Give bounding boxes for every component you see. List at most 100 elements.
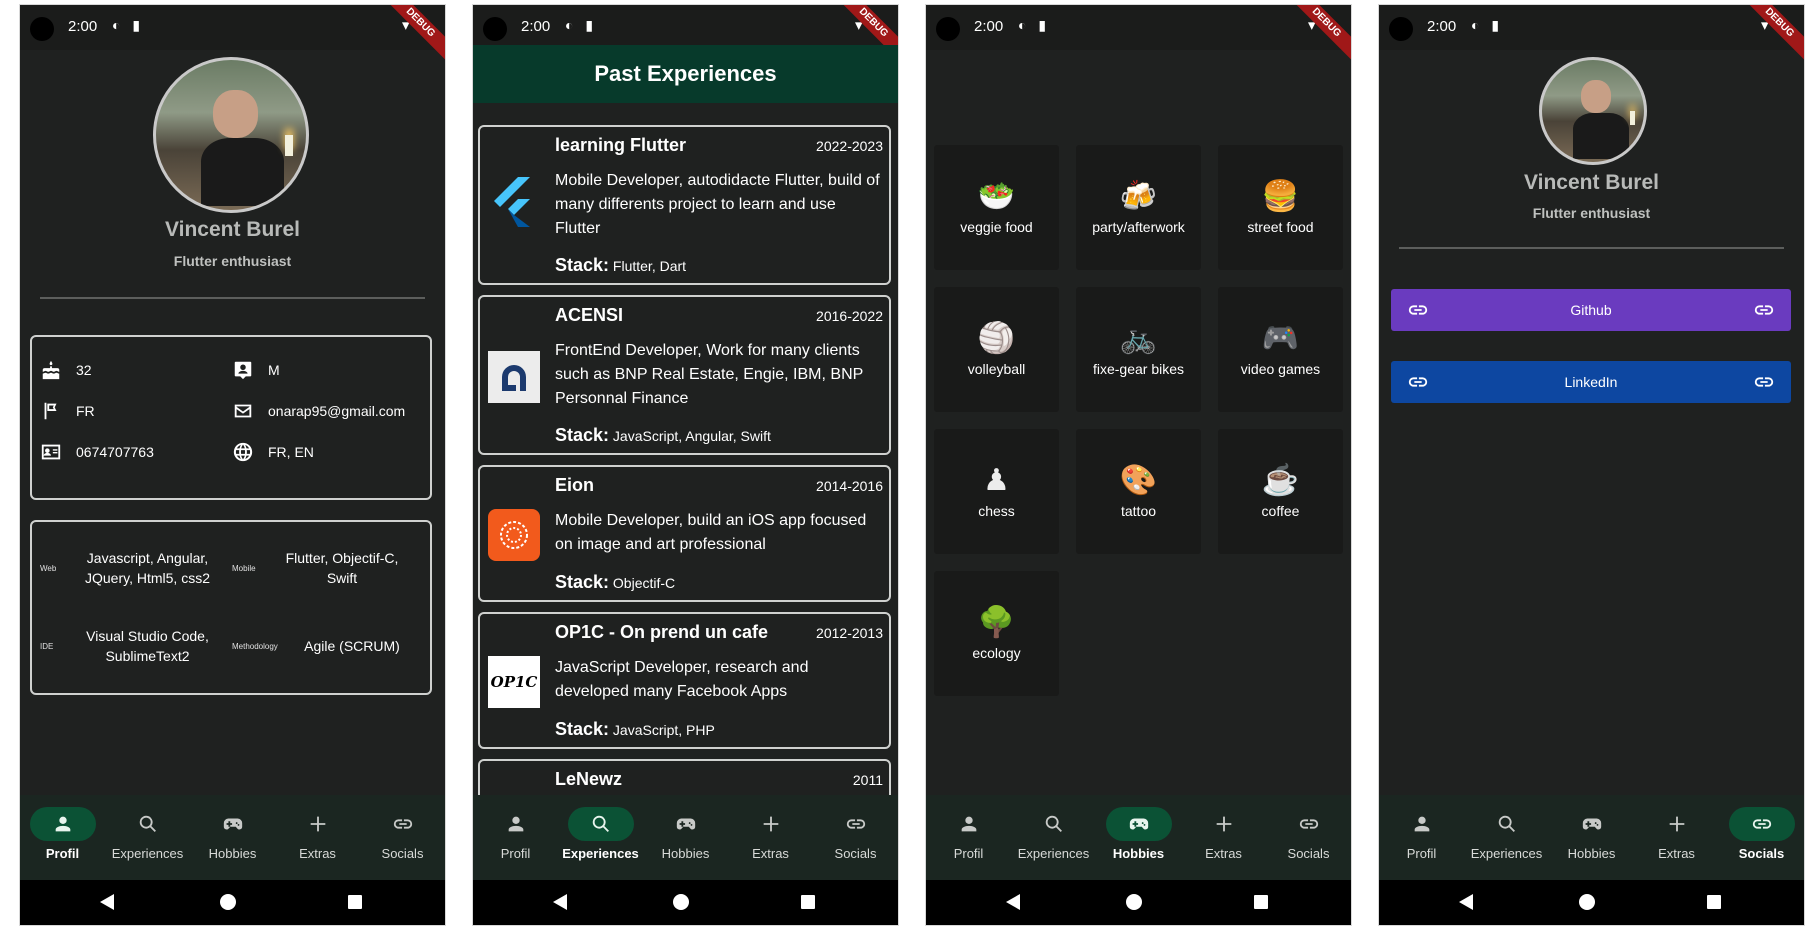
plus-icon	[763, 816, 778, 832]
stack-label: Stack:	[555, 255, 610, 275]
beer-icon: 🍻	[1119, 180, 1158, 213]
nav-profil[interactable]: Profil	[1379, 795, 1464, 880]
person-icon	[1414, 816, 1429, 832]
nav-label: Socials	[1287, 846, 1330, 861]
nav-label: Socials	[1738, 846, 1785, 861]
home-icon[interactable]	[1579, 894, 1595, 910]
coffee-icon: ☕	[1261, 464, 1300, 497]
hobby-tile[interactable]: ♟ chess	[934, 429, 1059, 554]
nav-extras[interactable]: Extras	[1634, 795, 1719, 880]
recents-icon[interactable]	[801, 895, 815, 909]
nav-label: Extras	[1658, 846, 1695, 861]
home-icon[interactable]	[1126, 894, 1142, 910]
email-value[interactable]: onarap95@gmail.com	[268, 403, 405, 419]
nav-hobbies[interactable]: Hobbies	[643, 795, 728, 880]
nav-socials[interactable]: Socials	[813, 795, 898, 880]
github-button[interactable]: Github	[1391, 289, 1791, 331]
search-icon	[139, 815, 156, 832]
country-value: FR	[76, 403, 95, 419]
nav-hobbies[interactable]: Hobbies	[1549, 795, 1634, 880]
country-row: FR	[40, 400, 95, 422]
nav-hobbies[interactable]: Hobbies	[1096, 795, 1181, 880]
nav-socials[interactable]: Socials	[360, 795, 445, 880]
skill-mobile: Mobile Flutter, Objectif-C, Swift	[232, 548, 412, 588]
gamepad-icon	[1129, 818, 1148, 830]
nav-profil[interactable]: Profil	[926, 795, 1011, 880]
link-icon	[1752, 819, 1771, 829]
phone-row[interactable]: 0674707763	[40, 441, 154, 463]
experience-card[interactable]: learning Flutter 2022-2023 Mobile Develo…	[478, 125, 891, 285]
hobby-tile[interactable]: 🌳 ecology	[934, 571, 1059, 696]
hobby-tile[interactable]: 🚲 fixe-gear bikes	[1076, 287, 1201, 412]
hobby-label: fixe-gear bikes	[1092, 361, 1185, 377]
skill-value: Javascript, Angular, JQuery, Html5, css2	[85, 550, 210, 586]
experience-title: ACENSI	[555, 305, 624, 325]
nav-socials[interactable]: Socials	[1266, 795, 1351, 880]
status-time: 2:00	[68, 18, 98, 35]
hobby-label: volleyball	[967, 361, 1026, 377]
bike-icon: 🚲	[1119, 322, 1158, 355]
gamepad-icon	[676, 818, 695, 830]
phone-socials: 2:00 ◐ ▮ ▾ ▮ DEBUG Vincent Burel Flutter…	[1379, 5, 1804, 925]
nav-socials[interactable]: Socials	[1719, 795, 1804, 880]
gamepad-icon	[1582, 818, 1601, 830]
nav-label: Profil	[953, 846, 984, 861]
hobby-tile[interactable]: ☕ coffee	[1218, 429, 1343, 554]
nav-label: Extras	[299, 846, 336, 861]
nav-experiences[interactable]: Experiences	[558, 795, 643, 880]
recents-icon[interactable]	[1707, 895, 1721, 909]
camera-cutout	[1389, 17, 1413, 41]
hobby-tile[interactable]: 🏐 volleyball	[934, 287, 1059, 412]
nav-experiences[interactable]: Experiences	[1011, 795, 1096, 880]
status-bar: 2:00 ◐ ▮ ▾ ▮ DEBUG	[20, 5, 445, 68]
nav-profil[interactable]: Profil	[473, 795, 558, 880]
nav-hobbies[interactable]: Hobbies	[190, 795, 275, 880]
nav-extras[interactable]: Extras	[728, 795, 813, 880]
skills-card: Web Javascript, Angular, JQuery, Html5, …	[30, 520, 432, 695]
nav-extras[interactable]: Extras	[1181, 795, 1266, 880]
experience-years: 2012-2013	[816, 625, 883, 641]
search-icon	[592, 815, 609, 832]
experience-stack: Stack: Flutter, Dart	[555, 255, 686, 276]
hobby-tile[interactable]: 🎮 video games	[1218, 287, 1343, 412]
recents-icon[interactable]	[348, 895, 362, 909]
system-nav-bar	[20, 880, 445, 925]
notification-icons: ◐ ▮	[1018, 17, 1051, 33]
phone-value[interactable]: 0674707763	[76, 444, 154, 460]
nav-profil[interactable]: Profil	[20, 795, 105, 880]
hobby-label: ecology	[972, 645, 1021, 661]
phone-hobbies: 2:00 ◐ ▮ ▾ ▮ DEBUG 🥗 veggie food 🍻 party…	[926, 5, 1351, 925]
experience-stack: Stack: Objectif-C	[555, 572, 675, 593]
link-icon	[1299, 819, 1318, 829]
home-icon[interactable]	[220, 894, 236, 910]
experience-card[interactable]: OP1C OP1C - On prend un cafe 2012-2013 J…	[478, 612, 891, 749]
status-time: 2:00	[1427, 18, 1457, 35]
back-icon[interactable]	[100, 894, 114, 910]
experience-title: learning Flutter	[555, 135, 687, 155]
hobby-tile[interactable]: 🍻 party/afterwork	[1076, 145, 1201, 270]
recents-icon[interactable]	[1254, 895, 1268, 909]
hobby-tile[interactable]: 🥗 veggie food	[934, 145, 1059, 270]
nav-extras[interactable]: Extras	[275, 795, 360, 880]
hobby-tile[interactable]: 🍔 street food	[1218, 145, 1343, 270]
id-card-icon	[41, 444, 61, 460]
notification-icons: ◐ ▮	[1471, 17, 1504, 33]
experience-card[interactable]: ACENSI 2016-2022 FrontEnd Developer, Wor…	[478, 295, 891, 455]
languages-row: FR, EN	[232, 441, 314, 463]
gamepad-icon: 🎮	[1261, 322, 1300, 355]
linkedin-button[interactable]: LinkedIn	[1391, 361, 1791, 403]
home-icon[interactable]	[673, 894, 689, 910]
back-icon[interactable]	[553, 894, 567, 910]
flag-icon	[44, 402, 57, 420]
languages-value: FR, EN	[268, 444, 314, 460]
experience-card[interactable]: Eion 2014-2016 Mobile Developer, build a…	[478, 465, 891, 602]
contact-card-icon	[234, 361, 252, 380]
hobby-tile[interactable]: 🎨 tattoo	[1076, 429, 1201, 554]
system-nav-bar	[1379, 880, 1804, 925]
nav-experiences[interactable]: Experiences	[105, 795, 190, 880]
back-icon[interactable]	[1459, 894, 1473, 910]
link-icon	[846, 819, 865, 829]
back-icon[interactable]	[1006, 894, 1020, 910]
email-row[interactable]: onarap95@gmail.com	[232, 400, 405, 422]
nav-experiences[interactable]: Experiences	[1464, 795, 1549, 880]
